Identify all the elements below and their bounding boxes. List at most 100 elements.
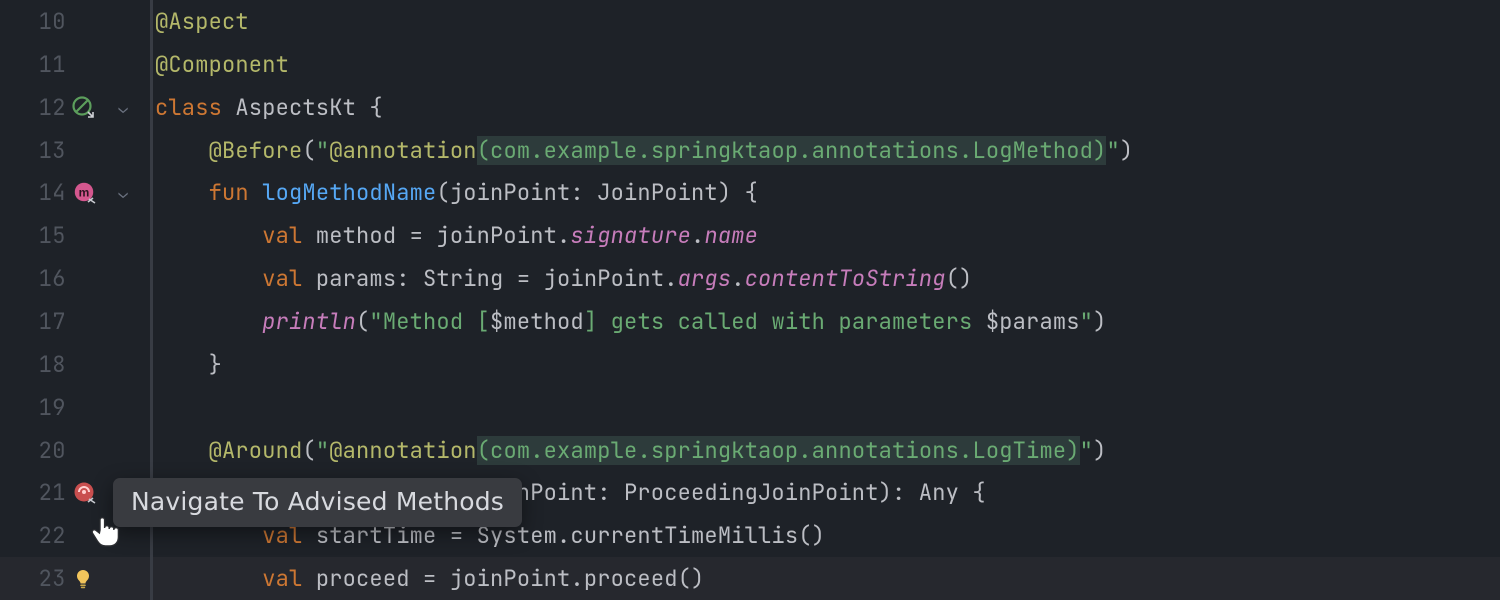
code-text[interactable]: class AspectsKt { <box>153 93 383 122</box>
code-line[interactable]: 19 <box>0 386 1500 429</box>
gutter-tooltip: Navigate To Advised Methods <box>113 478 522 527</box>
token-str: " <box>1080 307 1093 336</box>
token-name: $method <box>490 307 584 336</box>
line-number: 18 <box>0 350 66 379</box>
token-kw: val <box>262 564 316 593</box>
token-str: " <box>316 436 329 465</box>
token-punc: . <box>731 264 744 293</box>
token-ann: @Before <box>209 136 303 165</box>
gutter: 18 <box>0 350 150 379</box>
token-prop: args <box>678 264 732 293</box>
token-punc: ( <box>302 436 315 465</box>
line-number: 19 <box>0 393 66 422</box>
token-prop: contentToString <box>745 264 946 293</box>
gutter: 12 ⌄ <box>0 93 150 122</box>
code-line[interactable]: 10@Aspect <box>0 0 1500 43</box>
gutter-border <box>150 386 153 429</box>
gutter-icon-slot[interactable] <box>66 96 110 118</box>
code-line[interactable]: 13 @Before("@annotation(com.example.spri… <box>0 129 1500 172</box>
gutter: 10 <box>0 7 150 36</box>
code-text[interactable]: @Component <box>153 50 289 79</box>
code-line[interactable]: 14 m ⌄ fun logMethodName(joinPoint: Join… <box>0 171 1500 214</box>
line-number: 16 <box>0 264 66 293</box>
code-text[interactable]: val proceed = joinPoint.proceed() <box>153 564 704 593</box>
token-strhl: (com.example.springktaop.annotations.Log… <box>477 136 1107 165</box>
token-punc: ) <box>1120 136 1133 165</box>
line-number: 13 <box>0 136 66 165</box>
line-number: 14 <box>0 178 66 207</box>
token-name: proceed = joinPoint.proceed <box>316 564 678 593</box>
fold-toggle[interactable]: ⌄ <box>110 182 136 203</box>
code-line[interactable]: 15 val method = joinPoint.signature.name <box>0 214 1500 257</box>
code-text[interactable]: fun logMethodName(joinPoint: JoinPoint) … <box>153 178 758 207</box>
gutter-icon-slot[interactable]: m <box>66 180 110 206</box>
token-name: $params <box>986 307 1080 336</box>
token-str: "Method [ <box>369 307 490 336</box>
gutter-icon-slot[interactable] <box>66 480 110 506</box>
token-str: " <box>316 136 329 165</box>
token-punc: ( <box>356 307 369 336</box>
line-number: 15 <box>0 221 66 250</box>
code-line[interactable]: 18 } <box>0 343 1500 386</box>
tooltip-text: Navigate To Advised Methods <box>131 487 504 516</box>
gutter: 17 <box>0 307 150 336</box>
code-line[interactable]: 16 val params: String = joinPoint.args.c… <box>0 257 1500 300</box>
token-punc: () <box>678 564 705 593</box>
token-punc: ) <box>1093 436 1106 465</box>
token-punc: () <box>946 264 973 293</box>
chevron-down-icon: ⌄ <box>118 182 128 203</box>
token-str: ] gets called with parameters <box>584 307 986 336</box>
token-brace: { <box>369 93 382 122</box>
code-line[interactable]: 20 @Around("@annotation(com.example.spri… <box>0 429 1500 472</box>
token-punc: ) <box>1093 307 1106 336</box>
code-line[interactable]: 23 val proceed = joinPoint.proceed() <box>0 557 1500 600</box>
code-line[interactable]: 12 ⌄class AspectsKt { <box>0 86 1500 129</box>
code-text[interactable]: val params: String = joinPoint.args.cont… <box>153 264 972 293</box>
chevron-down-icon: ⌄ <box>118 97 128 118</box>
code-text[interactable]: @Before("@annotation(com.example.springk… <box>153 136 1133 165</box>
token-strhl: (com.example.springktaop.annotations.Log… <box>477 436 1080 465</box>
token-punc: ( <box>302 136 315 165</box>
bulb-icon[interactable] <box>72 568 94 590</box>
gutter: 20 <box>0 436 150 465</box>
token-ann: @Around <box>209 436 303 465</box>
gutter: 19 <box>0 393 150 422</box>
line-number: 11 <box>0 50 66 79</box>
token-prop: println <box>262 307 356 336</box>
aspect-red-icon[interactable] <box>72 480 98 506</box>
token-ann: @annotation <box>329 436 476 465</box>
token-str: " <box>1106 136 1119 165</box>
token-name: AspectsKt <box>235 93 369 122</box>
gutter: 23 <box>0 564 150 593</box>
code-text[interactable]: println("Method [$method] gets called wi… <box>153 307 1106 336</box>
code-line[interactable]: 11 @Component <box>0 43 1500 86</box>
token-punc: . <box>691 221 704 250</box>
gutter-icon-slot[interactable] <box>66 568 110 590</box>
gutter: 13 <box>0 136 150 165</box>
code-line[interactable]: 17 println("Method [$method] gets called… <box>0 300 1500 343</box>
code-text[interactable]: } <box>153 350 222 379</box>
aspect-pink-icon[interactable]: m <box>72 180 98 206</box>
code-text[interactable]: @Aspect <box>153 7 249 36</box>
line-number: 23 <box>0 564 66 593</box>
code-text[interactable]: @Around("@annotation(com.example.springk… <box>153 436 1106 465</box>
token-kw: fun <box>209 178 263 207</box>
gutter: 11 <box>0 50 150 79</box>
token-str: " <box>1080 436 1093 465</box>
token-brace: } <box>209 350 222 379</box>
token-kw: class <box>155 93 235 122</box>
line-number: 20 <box>0 436 66 465</box>
gutter: 16 <box>0 264 150 293</box>
token-punc: (joinPoint: JoinPoint) <box>436 178 744 207</box>
cancel-icon[interactable] <box>72 96 94 118</box>
fold-toggle[interactable]: ⌄ <box>110 97 136 118</box>
token-prop: name <box>704 221 758 250</box>
token-kw: val <box>262 221 316 250</box>
code-text[interactable]: val method = joinPoint.signature.name <box>153 221 758 250</box>
token-brace: { <box>745 178 758 207</box>
svg-text:m: m <box>79 185 90 199</box>
token-ann: @annotation <box>329 136 476 165</box>
line-number: 12 <box>0 93 66 122</box>
line-number: 22 <box>0 521 66 550</box>
token-name: params: String = joinPoint. <box>316 264 678 293</box>
